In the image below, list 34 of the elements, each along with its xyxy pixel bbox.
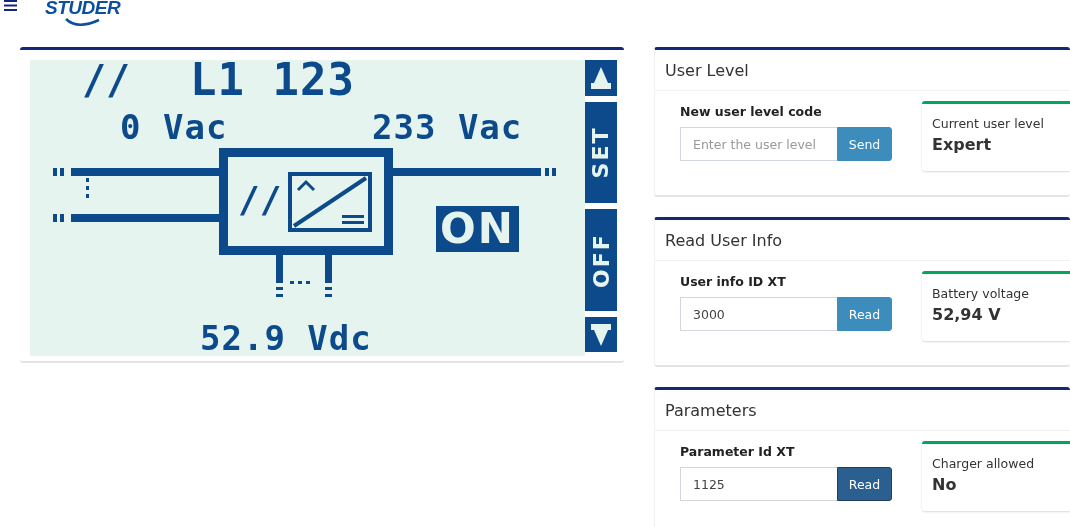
lcd-text: //: [238, 182, 282, 218]
lcd-text: //: [82, 60, 131, 100]
menu-icon[interactable]: [4, 0, 17, 11]
lcd-title: L1 123: [190, 60, 355, 102]
send-button[interactable]: Send: [837, 127, 892, 161]
up-button[interactable]: [585, 60, 617, 96]
info-label: Current user level: [932, 116, 1045, 131]
lcd-button[interactable]: SET: [585, 102, 617, 203]
panel-title: User Level: [655, 50, 1070, 91]
input-field[interactable]: 1125: [680, 467, 837, 501]
read-button[interactable]: Read: [837, 297, 892, 331]
input-field[interactable]: 3000: [680, 297, 837, 331]
read-button[interactable]: Read: [837, 467, 892, 501]
logo: STUDER: [44, 0, 121, 18]
lcd-reading: 52.9 Vdc: [200, 321, 372, 355]
up-arrow-icon: [591, 66, 611, 90]
info-value: No: [932, 475, 958, 494]
panel-title: Read User Info: [655, 220, 1070, 261]
down-arrow-icon: [591, 322, 611, 347]
lcd-state: ON: [436, 206, 519, 252]
input-field[interactable]: Enter the user level: [680, 127, 837, 161]
panel-title: Parameters: [655, 390, 1070, 431]
info-value: 52,94 V: [932, 305, 1002, 324]
down-button[interactable]: [585, 317, 617, 352]
info-label: Charger allowed: [932, 456, 1036, 471]
logo-swoosh-icon: [65, 18, 101, 28]
field-label: Parameter Id XT: [680, 444, 796, 459]
lcd-button[interactable]: OFF: [585, 209, 617, 311]
lcd-reading: 0 Vac: [120, 110, 228, 144]
field-label: New user level code: [680, 104, 823, 119]
lcd-reading: 233 Vac: [372, 110, 523, 144]
field-label: User info ID XT: [680, 274, 787, 289]
info-label: Battery voltage: [932, 286, 1030, 301]
info-value: Expert: [932, 135, 993, 154]
